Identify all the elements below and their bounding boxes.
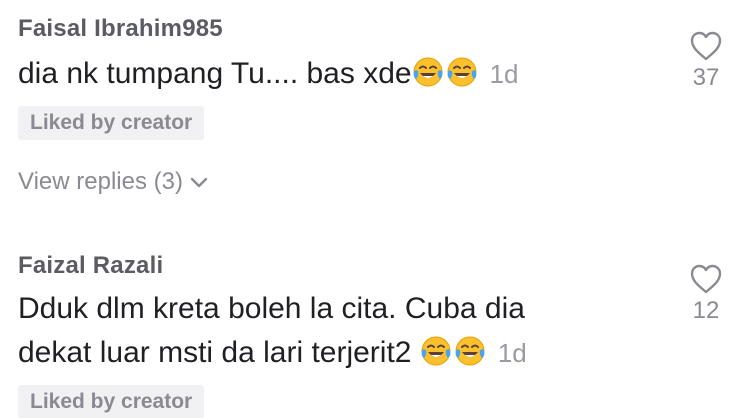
- comment-text: Dduk dlm kreta boleh la cita. Cuba dia d…: [18, 287, 678, 375]
- comment-body-line-1: Dduk dlm kreta boleh la cita. Cuba dia: [18, 292, 525, 325]
- liked-by-creator-badge: Liked by creator: [18, 106, 205, 140]
- comment-time: 1d: [497, 338, 527, 368]
- tears-of-joy-emoji-icon: [454, 335, 486, 367]
- comment-body-line-2-wrap: dekat luar msti da lari terjerit2 1d: [18, 331, 678, 375]
- comment-text: dia nk tumpang Tu.... bas xde 1d: [18, 52, 678, 96]
- liked-by-creator-badge: Liked by creator: [18, 385, 205, 418]
- comment-item: Faisal Ibrahim985 dia nk tumpang Tu.... …: [18, 14, 678, 196]
- like-count: 37: [692, 64, 720, 91]
- tears-of-joy-emoji-icon: [420, 335, 452, 367]
- tears-of-joy-emoji-icon: [412, 56, 444, 88]
- view-replies-button[interactable]: View replies (3): [18, 168, 678, 196]
- comments-list: Faisal Ibrahim985 dia nk tumpang Tu.... …: [0, 0, 750, 418]
- like-button[interactable]: 37: [686, 30, 726, 92]
- heart-icon: [686, 263, 726, 295]
- comment-author[interactable]: Faisal Ibrahim985: [18, 14, 678, 44]
- comment-body-line-2: dekat luar msti da lari terjerit2: [18, 336, 412, 369]
- comment-body: dia nk tumpang Tu.... bas xde: [18, 57, 412, 90]
- like-button[interactable]: 12: [686, 263, 726, 325]
- comment-item: Faizal Razali Dduk dlm kreta boleh la ci…: [18, 251, 678, 418]
- tears-of-joy-emoji-icon: [446, 56, 478, 88]
- chevron-down-icon: [189, 168, 209, 196]
- view-replies-label: View replies (3): [18, 168, 183, 195]
- like-count: 12: [692, 297, 720, 324]
- comment-time: 1d: [489, 59, 519, 89]
- heart-icon: [686, 30, 726, 62]
- comment-author[interactable]: Faizal Razali: [18, 251, 678, 281]
